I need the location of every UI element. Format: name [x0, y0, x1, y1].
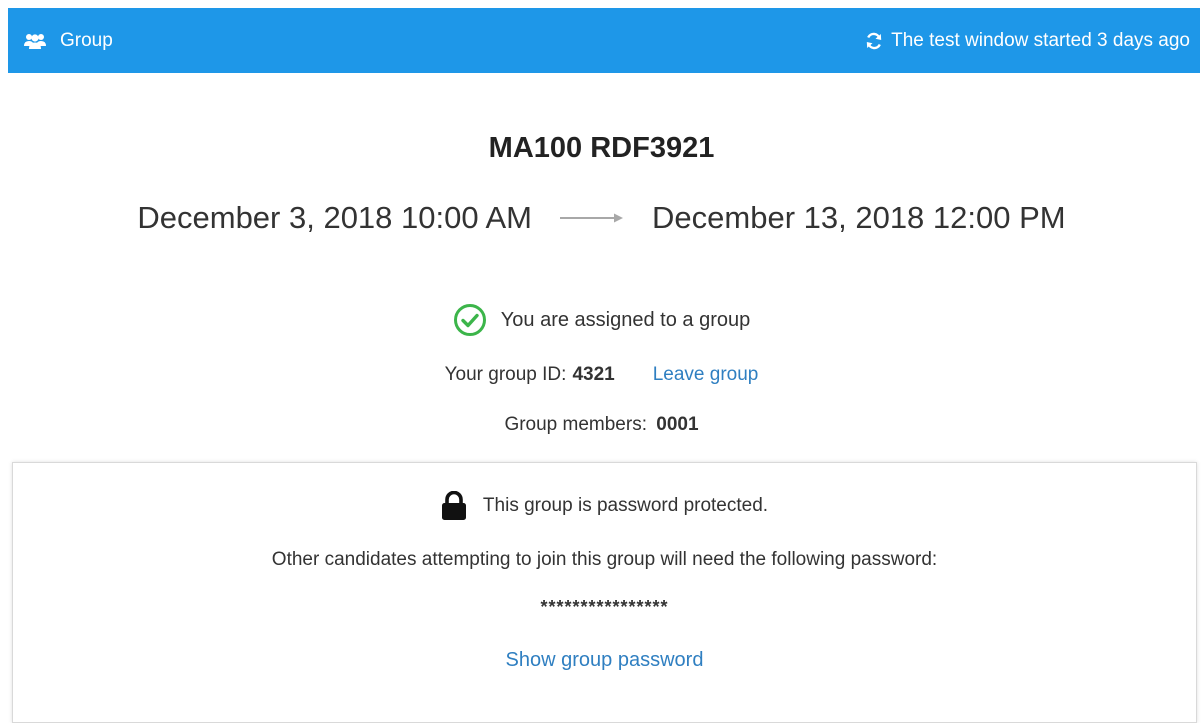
exam-start-date: December 3, 2018 10:00 AM	[137, 200, 533, 235]
group-assigned-text: You are assigned to a group	[500, 308, 751, 331]
check-circle-icon	[453, 303, 487, 337]
header-status: The test window started 3 days ago	[865, 8, 1190, 73]
header-group-label: Group	[60, 29, 113, 51]
group-members-row: Group members: 0001	[0, 414, 1203, 436]
lock-icon	[441, 491, 467, 521]
password-panel: This group is password protected. Other …	[12, 462, 1197, 723]
group-id-label: Your group ID:	[444, 364, 567, 385]
group-assigned-status: You are assigned to a group	[0, 303, 1203, 337]
group-members-value: 0001	[656, 414, 699, 435]
password-protected-text: This group is password protected.	[482, 495, 769, 516]
exam-date-range: December 3, 2018 10:00 AM December 13, 2…	[0, 200, 1203, 236]
refresh-icon	[865, 32, 883, 50]
exam-title: MA100 RDF3921	[488, 132, 715, 164]
header-bar: Group The test window started 3 days ago	[8, 8, 1200, 73]
show-password-row: Show group password	[13, 649, 1196, 672]
show-group-password-link[interactable]: Show group password	[506, 649, 704, 671]
group-members-label: Group members:	[504, 414, 647, 435]
exam-end-date: December 13, 2018 12:00 PM	[652, 200, 1066, 235]
users-icon	[24, 32, 46, 50]
masked-password: ****************	[540, 597, 669, 617]
group-id-row: Your group ID: 4321 Leave group	[0, 364, 1203, 386]
arrow-right-icon	[560, 212, 624, 224]
page: Group The test window started 3 days ago…	[0, 0, 1203, 723]
group-id-value: 4321	[572, 364, 615, 385]
password-protected-row: This group is password protected.	[13, 491, 1196, 521]
leave-group-link[interactable]: Leave group	[653, 364, 759, 386]
header-status-text: The test window started 3 days ago	[891, 29, 1190, 51]
password-instructions: Other candidates attempting to join this…	[271, 549, 938, 570]
header-group: Group	[24, 8, 113, 73]
